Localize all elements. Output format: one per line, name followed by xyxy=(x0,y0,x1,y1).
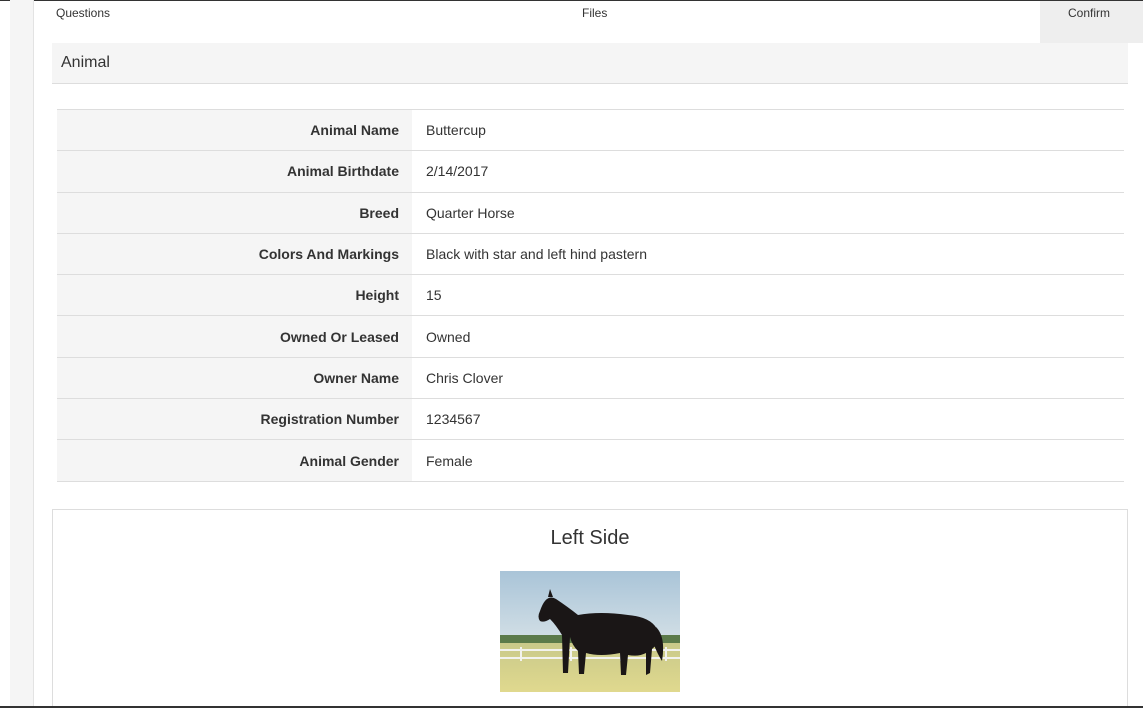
animal-details-table: Animal Name Buttercup Animal Birthdate 2… xyxy=(57,109,1124,482)
row-value: 15 xyxy=(412,274,1124,317)
row-value: Buttercup xyxy=(412,109,1124,152)
section-title: Animal xyxy=(52,43,1128,84)
table-row: Animal Birthdate 2/14/2017 xyxy=(57,150,1124,193)
row-label: Height xyxy=(57,274,412,317)
table-row: Animal Gender Female xyxy=(57,439,1124,482)
step-questions[interactable]: Questions xyxy=(56,1,110,43)
row-label: Registration Number xyxy=(57,398,412,441)
row-label: Animal Name xyxy=(57,109,412,152)
table-row: Breed Quarter Horse xyxy=(57,192,1124,234)
page-frame: Questions Files Confirm Animal Animal Na… xyxy=(0,0,1143,708)
table-row: Owner Name Chris Clover xyxy=(57,357,1124,400)
row-value: 1234567 xyxy=(412,398,1124,441)
row-label: Breed xyxy=(57,192,412,234)
horse-photo-image xyxy=(500,571,680,692)
row-value: Black with star and left hind pastern xyxy=(412,233,1124,276)
row-value: 2/14/2017 xyxy=(412,150,1124,193)
row-value: Female xyxy=(412,439,1124,482)
row-label: Animal Gender xyxy=(57,439,412,482)
table-row: Colors And Markings Black with star and … xyxy=(57,233,1124,276)
row-value: Owned xyxy=(412,315,1124,358)
step-files[interactable]: Files xyxy=(582,1,607,43)
main-content: Questions Files Confirm Animal Animal Na… xyxy=(34,1,1143,706)
row-label: Owner Name xyxy=(57,357,412,400)
left-gutter xyxy=(10,0,34,708)
table-row: Registration Number 1234567 xyxy=(57,398,1124,441)
table-row: Owned Or Leased Owned xyxy=(57,315,1124,358)
row-value: Chris Clover xyxy=(412,357,1124,400)
row-label: Colors And Markings xyxy=(57,233,412,276)
row-label: Owned Or Leased xyxy=(57,315,412,358)
horse-photo[interactable] xyxy=(500,571,680,692)
wizard-steps: Questions Files Confirm xyxy=(34,1,1143,43)
step-confirm[interactable]: Confirm xyxy=(1040,1,1143,43)
table-row: Height 15 xyxy=(57,274,1124,317)
photo-title: Left Side xyxy=(550,527,630,549)
photo-card: Left Side xyxy=(52,509,1128,706)
row-label: Animal Birthdate xyxy=(57,150,412,193)
table-row: Animal Name Buttercup xyxy=(57,109,1124,152)
row-value: Quarter Horse xyxy=(412,192,1124,234)
